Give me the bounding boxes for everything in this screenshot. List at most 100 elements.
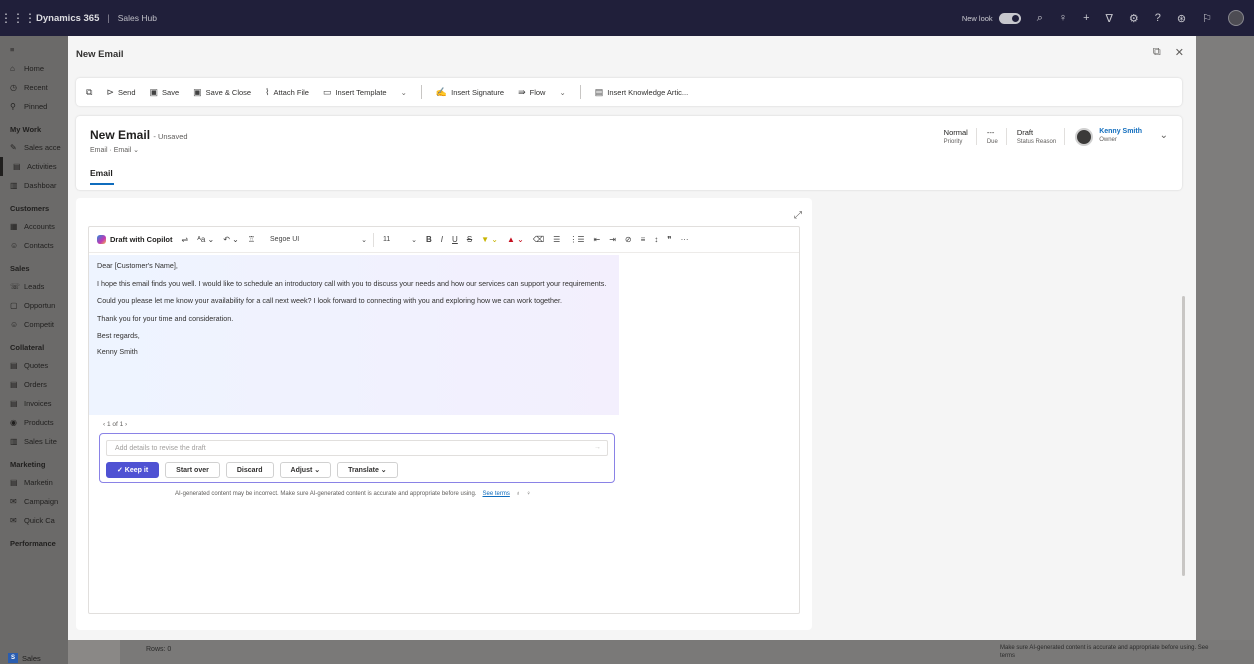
insert-knowledge-artic-button[interactable]: ▤ Insert Knowledge Artic... [595,87,688,98]
share-icon[interactable]: ⚐ [1202,12,1212,25]
highlight-icon[interactable]: ▼ ⌄ [481,235,498,244]
sidebar-item[interactable]: ▢ Opportun [0,296,68,315]
draft-paragraph: Could you please let me know your availa… [97,296,563,305]
expand-icon[interactable]: ⤢ [794,210,802,221]
font-family-select[interactable]: Segoe UI ⌄ [264,232,375,247]
send-arrow-icon[interactable]: → [594,444,601,451]
save-button[interactable]: ▣ Save [150,87,180,98]
sidebar-item[interactable]: ▥ Dashboar [0,176,68,195]
send-button[interactable]: ⊳ Send [106,87,135,98]
attach-file-button[interactable]: ⌇ Attach File [265,87,309,98]
format-painter-icon[interactable]: ♖ [248,235,255,244]
sidebar-item-home[interactable]: ⌂ Home [0,59,68,78]
app-area-name[interactable]: Sales Hub [118,13,157,23]
bold-icon[interactable]: B [426,235,432,244]
font-color-icon[interactable]: ▲ ⌄ [507,235,524,244]
add-icon[interactable]: + [1083,12,1089,24]
settings-icon[interactable]: ⚙ [1129,12,1139,25]
nav-icon: ▤ [13,162,21,171]
new-look-toggle[interactable]: New look [962,12,1021,24]
sidebar-item[interactable]: ✎ Sales acce [0,138,68,157]
dialog-scrollbar[interactable] [1182,296,1185,576]
app-launcher-icon[interactable]: ⋮⋮⋮ [0,11,36,25]
sidebar-item-pinned[interactable]: ⚲ Pinned [0,97,68,116]
clear-format-icon[interactable]: ⌫ [533,235,544,244]
insert-template-button[interactable]: ▭ Insert Template [323,87,387,98]
see-terms-link[interactable]: See terms [483,491,510,497]
formatting-icon[interactable]: ⇌ [182,235,189,244]
copilot-draft-content[interactable]: Dear [Customer's Name], I hope this email… [89,255,619,415]
close-icon[interactable]: ✕ [1175,46,1184,59]
help-icon[interactable]: ? [1155,12,1161,24]
insert-signature-button[interactable]: ✍ Insert Signature [436,87,504,98]
undo-icon[interactable]: ↶ ⌄ [223,235,239,244]
sidebar-item[interactable]: ▦ Accounts [0,217,68,236]
area-switcher[interactable]: S Sales [8,652,54,664]
new-email-dialog: New Email ⧉ ✕ ⧉ ⊳ Send ▣ Save ▣ Save & Close ⌇… [68,36,1196,640]
font-style-icon[interactable]: ᴬa ⌄ [197,235,214,244]
font-size-select[interactable]: 11 ⌄ [383,236,417,244]
numbering-icon[interactable]: ⋮☰ [569,235,584,244]
adjust-button[interactable]: Adjust ⌄ [279,462,332,478]
signature-icon: ✍ [435,86,448,97]
draft-with-copilot-button[interactable]: Draft with Copilot [97,235,173,244]
sidebar-item[interactable]: ◉ Products [0,413,68,432]
discard-button[interactable]: Discard [225,462,274,478]
translate-button[interactable]: Translate ⌄ [337,462,398,478]
header-field-status-reason[interactable]: Draft Status Reason [1017,128,1066,145]
align-icon[interactable]: ≡ [641,235,646,244]
flow-button[interactable]: ⇛ Flow [518,87,545,98]
search-icon[interactable]: ⌕ [1037,12,1043,25]
thumbs-up-icon[interactable]: ♁ [516,491,521,497]
draft-pager[interactable]: ‹ 1 of 1 › [103,421,127,428]
owner-name[interactable]: Kenny Smith [1099,128,1142,135]
revise-draft-input[interactable]: Add details to revise the draft → [106,440,608,456]
bullets-icon[interactable]: ☰ [553,235,560,244]
header-field-priority[interactable]: Normal Priority [944,128,977,145]
sidebar-item[interactable]: ☏ Leads [0,277,68,296]
line-spacing-icon[interactable]: ↕ [654,235,658,244]
decrease-indent-icon[interactable]: ⇤ [594,235,601,244]
sidebar-item[interactable]: ✉ Quick Ca [0,511,68,530]
header-field-due[interactable]: --- Due [987,128,1007,145]
chevron-down-icon[interactable]: ⌄ [1160,130,1168,141]
increase-indent-icon[interactable]: ⇥ [609,235,616,244]
strikethrough-icon[interactable]: S [467,235,472,244]
copilot-icon[interactable]: ⊛ [1177,12,1186,25]
sidebar-item[interactable]: ▤ Activities [0,157,68,176]
underline-icon[interactable]: U [452,235,458,244]
tab-email[interactable]: Email [90,168,114,185]
sidebar-item[interactable]: ☺ Competit [0,315,68,334]
save-close-button[interactable]: ▣ Save & Close [193,87,251,98]
lightbulb-icon[interactable]: ♀ [1059,12,1067,24]
sidebar-item[interactable]: ✉ Campaign [0,492,68,511]
keep-it-button[interactable]: ✓ Keep it [106,462,160,478]
thumbs-down-icon[interactable]: ♀ [526,491,531,497]
sidebar-item-recent[interactable]: ◷ Recent [0,78,68,97]
chevron-down-icon[interactable]: ⌄ [559,88,565,97]
editor-toolbar: Draft with Copilot ⇌ ᴬa ⌄ ↶ ⌄ ♖ Segoe UI… [89,227,799,253]
sidebar-item[interactable]: ▤ Quotes [0,356,68,375]
chevron-down-icon[interactable]: ⌄ [401,88,407,97]
sidebar-item[interactable]: ▤ Marketin [0,473,68,492]
quote-icon[interactable]: ❞ [667,235,671,244]
link-icon[interactable]: ⊘ [625,235,632,244]
form-selector[interactable]: Email · Email ⌄ [90,146,139,154]
hamburger-icon[interactable]: ≡ [0,40,68,59]
user-avatar[interactable] [1228,10,1244,26]
italic-icon[interactable]: I [441,235,443,244]
open-new-window-icon[interactable]: ⧉ [86,87,92,98]
sidebar-item-label: Competit [24,320,55,329]
sidebar-item[interactable]: ▥ Sales Lite [0,432,68,451]
sidebar-item[interactable]: ▤ Orders [0,375,68,394]
owner-field[interactable]: Kenny Smith Owner [1075,128,1142,146]
more-icon[interactable]: ··· [681,235,689,244]
sidebar-item[interactable]: ☺ Contacts [0,236,68,255]
app-name[interactable]: Dynamics 365 [36,13,99,24]
filter-icon[interactable]: ∇ [1106,12,1113,25]
popout-icon[interactable]: ⧉ [1153,46,1161,59]
toggle-switch[interactable] [998,12,1021,24]
sidebar-item[interactable]: ▤ Invoices [0,394,68,413]
start-over-button[interactable]: Start over [165,462,220,478]
sidebar-item-label: Quotes [24,361,49,370]
